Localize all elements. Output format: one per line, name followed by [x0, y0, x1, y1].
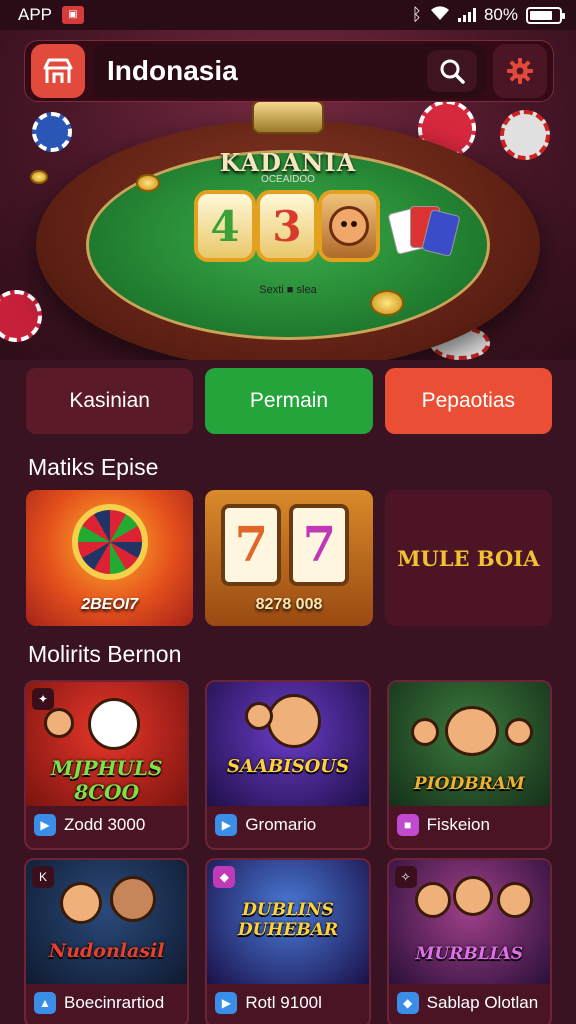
game-footer: ◆ Sablap Olotlan: [396, 988, 544, 1018]
character-face-icon: [329, 206, 369, 246]
bluetooth-icon: ᛒ: [411, 5, 422, 24]
badge-icon: ✧: [394, 866, 417, 888]
game-title-art: MJPHULS 8COO: [50, 756, 163, 804]
tab-kasinian[interactable]: Kasinian: [26, 368, 194, 434]
notification-icon: ▣: [62, 6, 85, 24]
top-header: Indonasia: [24, 40, 554, 102]
search-button[interactable]: [427, 50, 477, 92]
wifi-icon: [430, 5, 450, 26]
game-footer: ▶ Rotl 9100l: [215, 988, 362, 1018]
slot-reel: 7: [221, 504, 282, 586]
games-section-title: Molirits Bernon: [28, 641, 182, 667]
status-bar: APP ▣ ᛒ 80%: [0, 0, 576, 30]
table-subtitle: OCEAIDOO: [261, 174, 315, 185]
play-icon: ▲: [34, 992, 56, 1014]
game-title-art: SAABISOUS: [227, 756, 349, 777]
featured-slot-card[interactable]: 7 7 8278 008: [205, 490, 373, 626]
coin-icon: [30, 170, 48, 184]
game-footer: ■ Fiskeion: [396, 810, 544, 840]
category-tabs: Kasinian Permain Pepaotias: [26, 368, 552, 434]
game-card[interactable]: SAABISOUS ▶ Gromario: [205, 680, 371, 850]
chip-icon: [0, 290, 42, 342]
game-title-art: PIODBRAM: [413, 774, 525, 794]
character-icon: [267, 694, 322, 748]
coin-icon: [370, 290, 404, 316]
reel-3: [318, 190, 380, 262]
character-icon: [504, 718, 533, 746]
play-icon: ▶: [215, 814, 238, 836]
status-right: ᛒ 80%: [411, 5, 565, 26]
tab-pepaotias[interactable]: Pepaotias: [384, 368, 552, 434]
character-icon: [414, 882, 451, 918]
game-card[interactable]: Nudonlasil K ▲ Boecinrartiod: [24, 858, 190, 1024]
featured-label: MULE BOIA: [397, 545, 540, 571]
playing-cards-icon: [387, 206, 461, 262]
game-label: Rotl 9100l: [245, 993, 322, 1012]
roulette-wheel-icon: [72, 504, 148, 580]
battery-fill: [530, 10, 553, 20]
game-card[interactable]: MURBLIAS ✧ ◆ Sablap Olotlan: [386, 858, 552, 1024]
play-icon: ▶: [34, 814, 56, 836]
featured-label: 2BEOI7: [81, 596, 139, 613]
game-label: Fiskeion: [426, 815, 490, 834]
character-icon: [410, 718, 439, 746]
game-label: Gromario: [245, 815, 317, 834]
game-thumbnail: PIODBRAM: [388, 682, 550, 806]
gear-icon: [507, 58, 533, 84]
search-icon: [440, 59, 465, 84]
game-label: Sablap Olotlan: [426, 993, 539, 1012]
game-title-art: DUBLINS DUHEBAR: [237, 900, 339, 940]
battery-icon: [526, 6, 565, 24]
featured-roulette-card[interactable]: 2BEOI7: [26, 490, 194, 626]
games-grid-row-2: Nudonlasil K ▲ Boecinrartiod DUBLINS DUH…: [24, 858, 552, 1024]
store-icon: [43, 58, 73, 83]
game-footer: ▲ Boecinrartiod: [34, 988, 181, 1018]
settings-button[interactable]: [493, 44, 547, 98]
badge-icon: ✦: [32, 688, 54, 710]
search-input[interactable]: Indonasia: [93, 44, 485, 98]
game-label: Boecinrartiod: [64, 993, 165, 1012]
reel-2: 3: [256, 190, 318, 262]
featured-text-card[interactable]: MULE BOIA: [384, 490, 552, 626]
game-label: Zodd 3000: [64, 815, 146, 834]
games-grid-row-1: MJPHULS 8COO ✦ ▶ Zodd 3000 SAABISOUS ▶ G…: [24, 680, 552, 850]
search-input-value[interactable]: Indonasia: [107, 55, 427, 87]
game-title-art: Nudonlasil: [48, 940, 165, 962]
game-footer: ▶ Gromario: [215, 810, 362, 840]
dealer-tray: [252, 100, 324, 134]
game-card[interactable]: PIODBRAM ■ Fiskeion: [386, 680, 552, 850]
slot-reel: 7: [289, 504, 350, 586]
character-icon: [60, 882, 102, 924]
table-title: KADANIA: [219, 148, 357, 177]
home-button[interactable]: [31, 44, 85, 98]
gift-icon: ■: [396, 814, 419, 836]
game-card[interactable]: MJPHULS 8COO ✦ ▶ Zodd 3000: [24, 680, 190, 850]
tab-permain[interactable]: Permain: [205, 368, 373, 434]
battery-text: 80%: [483, 5, 518, 24]
character-icon: [496, 882, 533, 918]
signal-icon: [457, 8, 476, 22]
game-card[interactable]: DUBLINS DUHEBAR ◆ ▶ Rotl 9100l: [205, 858, 371, 1024]
reel-1: 4: [194, 190, 256, 262]
game-thumbnail: SAABISOUS: [207, 682, 369, 806]
game-footer: ▶ Zodd 3000: [34, 810, 181, 840]
character-icon: [452, 876, 493, 916]
featured-row: 2BEOI7 7 7 8278 008 MULE BOIA: [26, 490, 552, 626]
table-caption: Sexti ■ slea: [259, 284, 317, 296]
game-title-art: MURBLIAS: [415, 944, 524, 964]
app-label: APP: [18, 5, 53, 24]
coin-icon: [136, 174, 160, 192]
character-icon: [110, 876, 156, 922]
featured-label: 8278 008: [255, 596, 323, 613]
featured-section-title: Matiks Epise: [28, 454, 159, 480]
play-icon: ▶: [215, 992, 238, 1014]
status-left: APP ▣: [18, 5, 85, 25]
chip-icon: [32, 112, 72, 152]
character-icon: [88, 698, 140, 750]
character-icon: [44, 708, 74, 738]
diamond-icon: ◆: [396, 992, 419, 1014]
badge-icon: ◆: [213, 866, 236, 888]
character-icon: [444, 706, 499, 756]
badge-icon: K: [32, 866, 54, 888]
